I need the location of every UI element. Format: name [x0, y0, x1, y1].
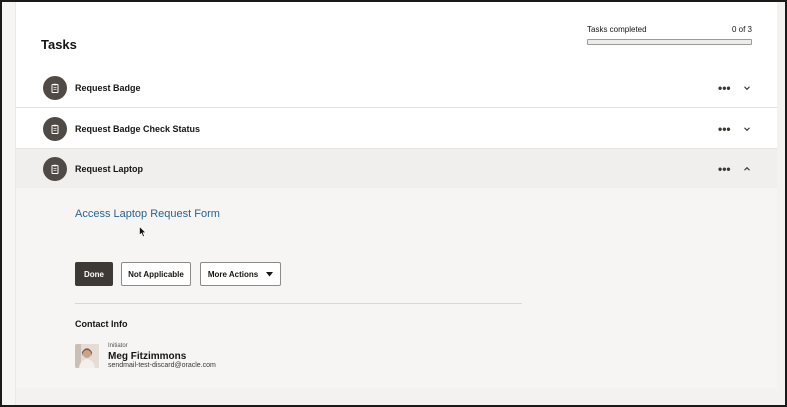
progress-count: 0 of 3: [731, 25, 752, 34]
more-actions-button[interactable]: More Actions: [200, 262, 281, 286]
access-form-link[interactable]: Access Laptop Request Form: [75, 208, 220, 220]
avatar: [75, 344, 99, 368]
chevron-down-icon[interactable]: [742, 83, 752, 93]
caret-down-icon: [266, 271, 274, 276]
contact-role: Initiator: [108, 343, 128, 349]
chevron-down-icon[interactable]: [742, 124, 752, 134]
task-title: Request Badge Check Status: [75, 123, 201, 134]
contact-email: sendmail-test-discard@oracle.com: [108, 362, 216, 369]
task-row-request-badge[interactable]: Request Badge •••: [16, 68, 777, 108]
more-horizontal-icon[interactable]: •••: [718, 163, 731, 175]
clipboard-icon: [43, 116, 67, 141]
chevron-up-icon[interactable]: [742, 164, 752, 174]
progress-label: Tasks completed: [587, 25, 647, 34]
not-applicable-button[interactable]: Not Applicable: [121, 262, 191, 286]
task-row-request-laptop[interactable]: Request Laptop •••: [16, 149, 777, 189]
task-row-request-badge-check-status[interactable]: Request Badge Check Status •••: [16, 109, 777, 149]
contact-name: Meg Fitzimmons: [108, 351, 187, 362]
tasks-progress: Tasks completed 0 of 3: [587, 25, 752, 45]
contact-info-heading: Contact Info: [75, 319, 128, 329]
divider: [75, 303, 522, 304]
page-title: Tasks: [41, 37, 77, 52]
clipboard-icon: [43, 75, 67, 100]
clipboard-icon: [43, 156, 67, 181]
app-frame: Tasks Tasks completed 0 of 3 Request Bad…: [2, 2, 785, 405]
done-button[interactable]: Done: [75, 262, 113, 286]
task-title: Request Badge: [75, 82, 141, 93]
mouse-cursor-icon: [139, 226, 147, 238]
more-horizontal-icon[interactable]: •••: [718, 123, 731, 135]
task-title: Request Laptop: [75, 163, 144, 174]
right-gutter: [777, 2, 785, 405]
progress-bar: [587, 39, 752, 45]
left-gutter: [2, 2, 16, 405]
more-actions-label: More Actions: [207, 269, 259, 279]
more-horizontal-icon[interactable]: •••: [718, 82, 731, 94]
tasks-panel: Tasks Tasks completed 0 of 3 Request Bad…: [16, 2, 777, 388]
